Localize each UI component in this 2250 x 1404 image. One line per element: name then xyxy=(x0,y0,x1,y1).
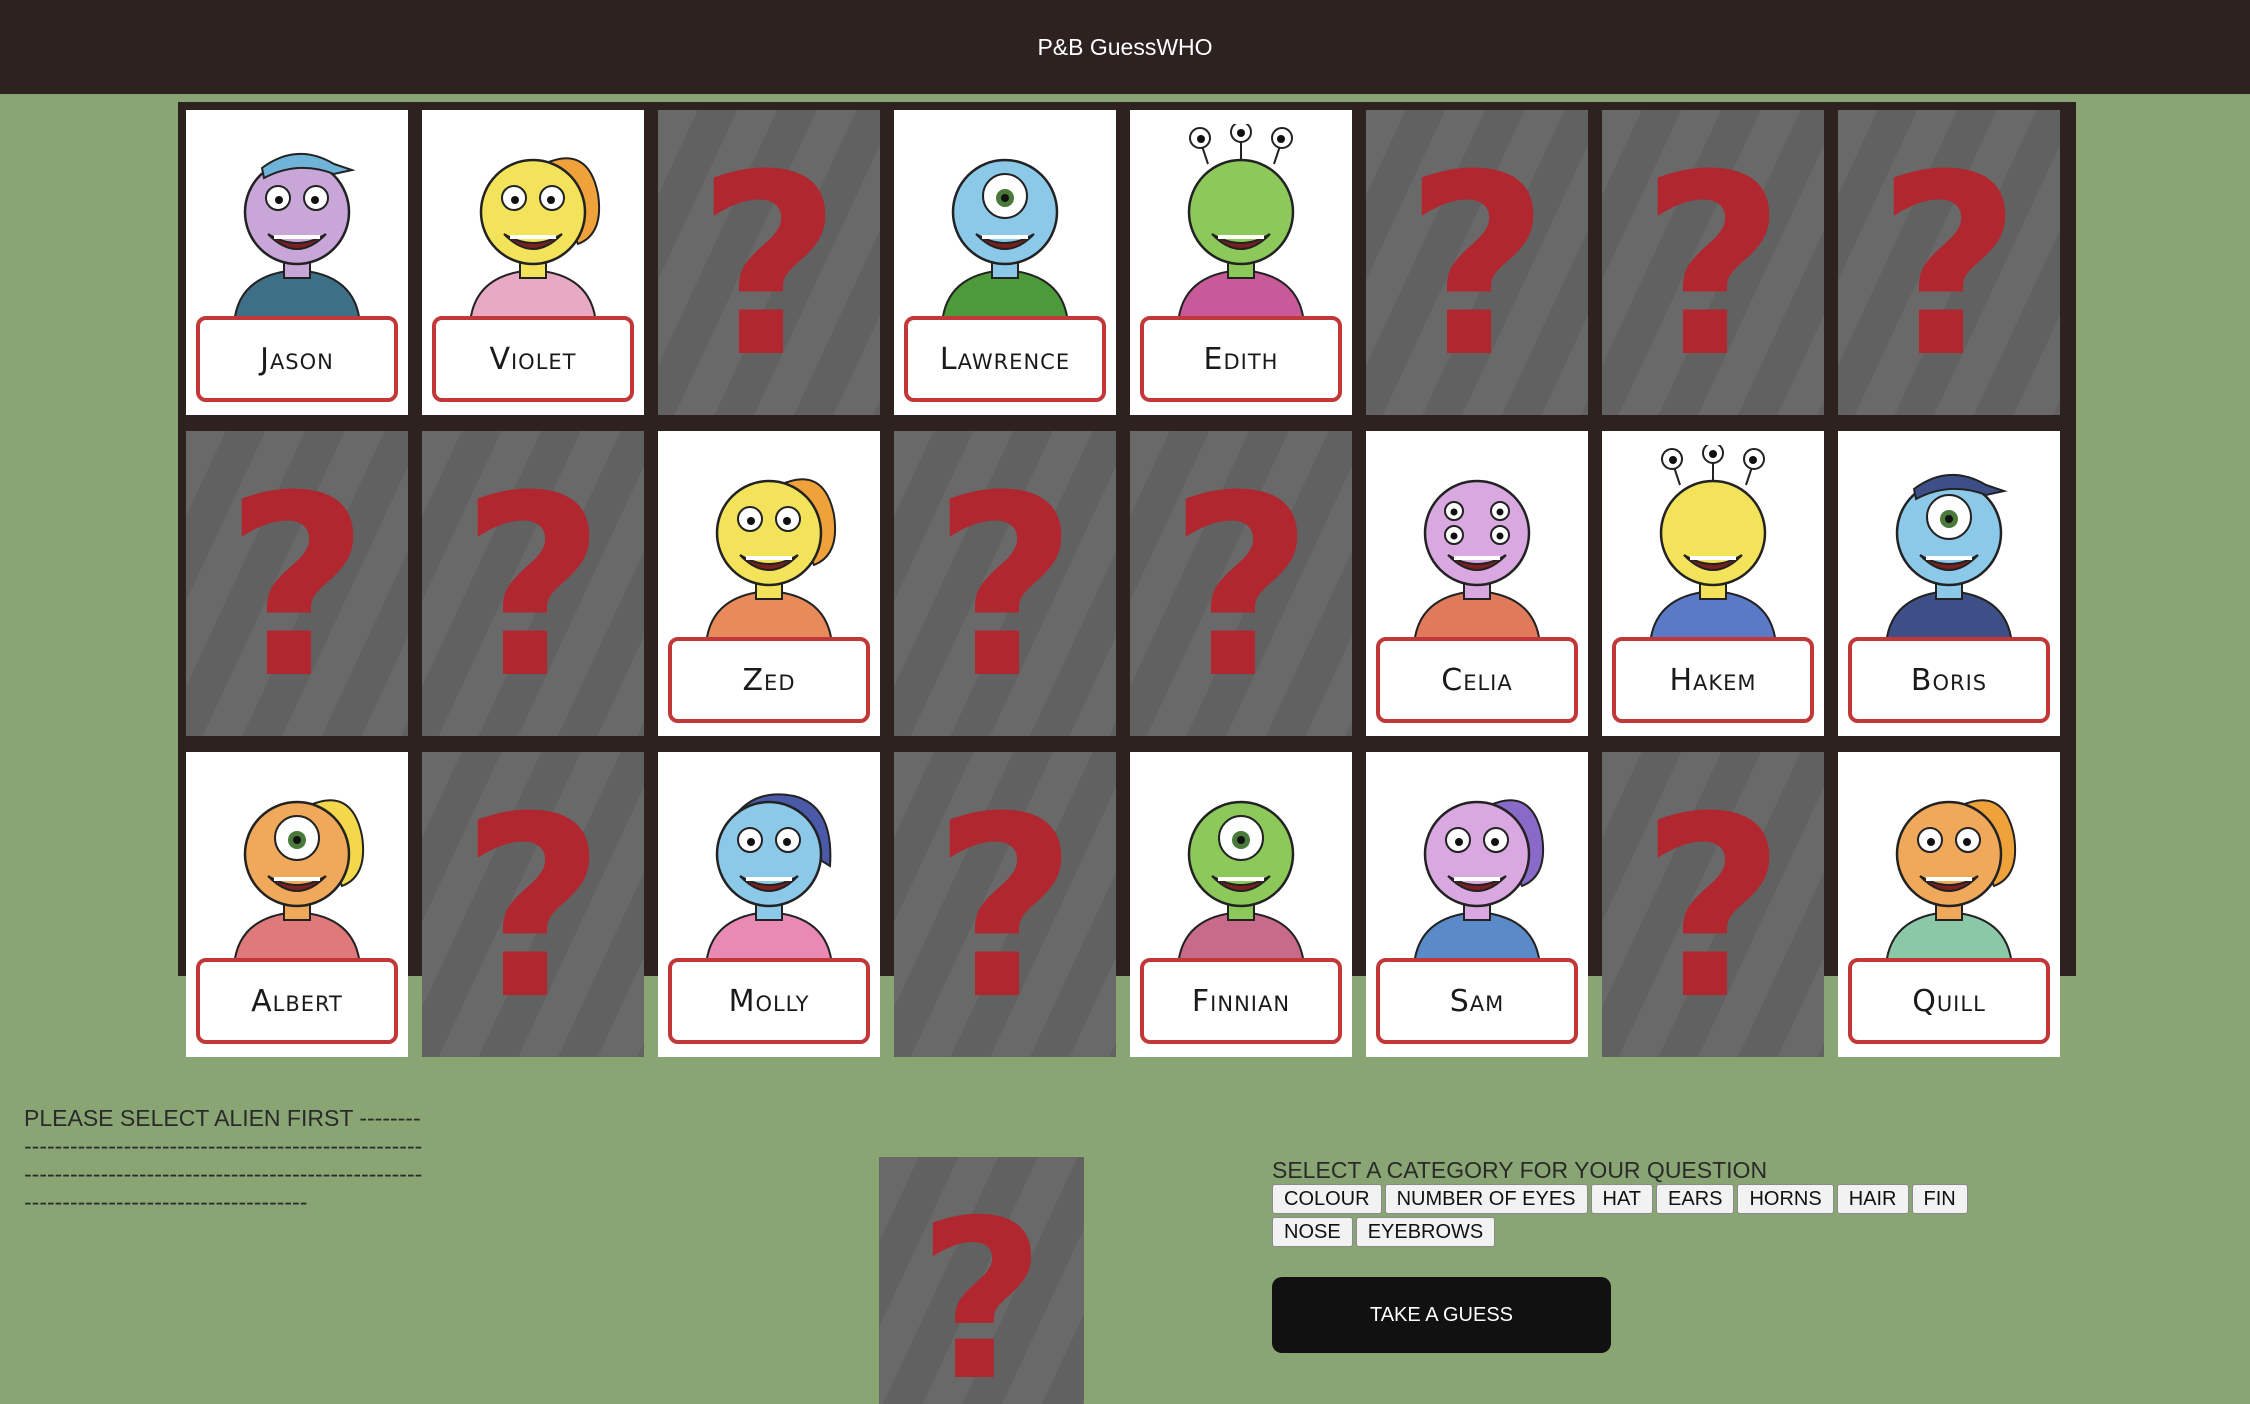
question-mark-icon: ? xyxy=(1640,762,1786,1054)
character-card-jason[interactable]: Jason xyxy=(186,110,408,415)
status-prompt: PLEASE SELECT ALIEN FIRST --------------… xyxy=(24,1105,423,1215)
character-card-edith[interactable]: Edith xyxy=(1130,110,1352,415)
character-card-albert[interactable]: Albert xyxy=(186,752,408,1057)
category-eyebrows-button[interactable]: EYEBROWS xyxy=(1355,1217,1496,1247)
question-mark-icon: ? xyxy=(1404,120,1550,412)
question-mark-icon: ? xyxy=(1168,441,1314,733)
lawrence-portrait xyxy=(940,158,1070,324)
character-card-boris[interactable]: Boris xyxy=(1838,431,2060,736)
boris-portrait xyxy=(1884,474,2014,645)
hidden-card[interactable]: ? xyxy=(1602,752,1824,1057)
character-name-label: Edith xyxy=(1140,316,1342,402)
category-hair-button[interactable]: HAIR xyxy=(1836,1184,1909,1214)
celia-portrait xyxy=(1412,479,1542,645)
character-name-label: Lawrence xyxy=(904,316,1106,402)
question-mark-icon: ? xyxy=(696,120,842,412)
hidden-card[interactable]: ? xyxy=(422,752,644,1057)
category-number-of-eyes-button[interactable]: NUMBER OF EYES xyxy=(1384,1184,1588,1214)
hidden-card[interactable]: ? xyxy=(422,431,644,736)
character-grid: Jason Violet? Lawrence Edith????? Zed?? Celia… xyxy=(186,110,2060,1057)
character-name-label: Jason xyxy=(196,316,398,402)
category-hat-button[interactable]: HAT xyxy=(1590,1184,1654,1214)
category-button-group: COLOUR NUMBER OF EYES HAT EARS HORNS HAIR FIN N… xyxy=(1272,1184,1992,1247)
question-mark-icon: ? xyxy=(460,441,606,733)
question-mark-icon: ? xyxy=(460,762,606,1054)
hidden-card[interactable]: ? xyxy=(894,752,1116,1057)
character-card-finnian[interactable]: Finnian xyxy=(1130,752,1352,1057)
character-name-label: Finnian xyxy=(1140,958,1342,1044)
molly-portrait xyxy=(704,793,834,966)
character-name-label: Zed xyxy=(668,637,870,723)
quill-portrait xyxy=(1884,799,2016,966)
character-name-label: Albert xyxy=(196,958,398,1044)
character-name-label: Quill xyxy=(1848,958,2050,1044)
question-mark-icon: ? xyxy=(932,441,1078,733)
violet-portrait xyxy=(468,157,600,324)
edith-portrait xyxy=(1176,124,1306,324)
hidden-card[interactable]: ? xyxy=(894,431,1116,736)
selected-alien-card: ? xyxy=(879,1157,1084,1404)
hidden-card[interactable]: ? xyxy=(658,110,880,415)
hidden-card[interactable]: ? xyxy=(1366,110,1588,415)
character-card-violet[interactable]: Violet xyxy=(422,110,644,415)
category-ears-button[interactable]: EARS xyxy=(1656,1184,1735,1214)
category-colour-button[interactable]: COLOUR xyxy=(1272,1184,1382,1214)
category-fin-button[interactable]: FIN xyxy=(1911,1184,1968,1214)
app-title: P&B GuessWHO xyxy=(1037,33,1213,60)
character-card-celia[interactable]: Celia xyxy=(1366,431,1588,736)
hidden-card[interactable]: ? xyxy=(1130,431,1352,736)
hakem-portrait xyxy=(1648,445,1778,645)
question-mark-icon: ? xyxy=(1876,120,2022,412)
jason-portrait xyxy=(232,153,362,324)
hidden-card[interactable]: ? xyxy=(186,431,408,736)
question-mark-icon: ? xyxy=(917,1172,1046,1404)
character-name-label: Hakem xyxy=(1612,637,1814,723)
category-heading: SELECT A CATEGORY FOR YOUR QUESTION xyxy=(1272,1157,1768,1183)
character-name-label: Violet xyxy=(432,316,634,402)
albert-portrait xyxy=(232,799,364,966)
character-card-lawrence[interactable]: Lawrence xyxy=(894,110,1116,415)
character-name-label: Celia xyxy=(1376,637,1578,723)
character-card-zed[interactable]: Zed xyxy=(658,431,880,736)
finnian-portrait xyxy=(1176,800,1306,966)
app-header: P&B GuessWHO xyxy=(0,0,2250,94)
character-card-quill[interactable]: Quill xyxy=(1838,752,2060,1057)
character-card-hakem[interactable]: Hakem xyxy=(1602,431,1824,736)
character-name-label: Boris xyxy=(1848,637,2050,723)
character-card-sam[interactable]: Sam xyxy=(1366,752,1588,1057)
sam-portrait xyxy=(1412,799,1544,966)
take-a-guess-button[interactable]: TAKE A GUESS xyxy=(1272,1277,1611,1353)
hidden-card[interactable]: ? xyxy=(1838,110,2060,415)
zed-portrait xyxy=(704,478,836,645)
category-nose-button[interactable]: NOSE xyxy=(1272,1217,1353,1247)
character-name-label: Sam xyxy=(1376,958,1578,1044)
question-mark-icon: ? xyxy=(932,762,1078,1054)
category-horns-button[interactable]: HORNS xyxy=(1737,1184,1834,1214)
question-mark-icon: ? xyxy=(1640,120,1786,412)
character-card-molly[interactable]: Molly xyxy=(658,752,880,1057)
question-mark-icon: ? xyxy=(224,441,370,733)
hidden-card[interactable]: ? xyxy=(1602,110,1824,415)
character-name-label: Molly xyxy=(668,958,870,1044)
